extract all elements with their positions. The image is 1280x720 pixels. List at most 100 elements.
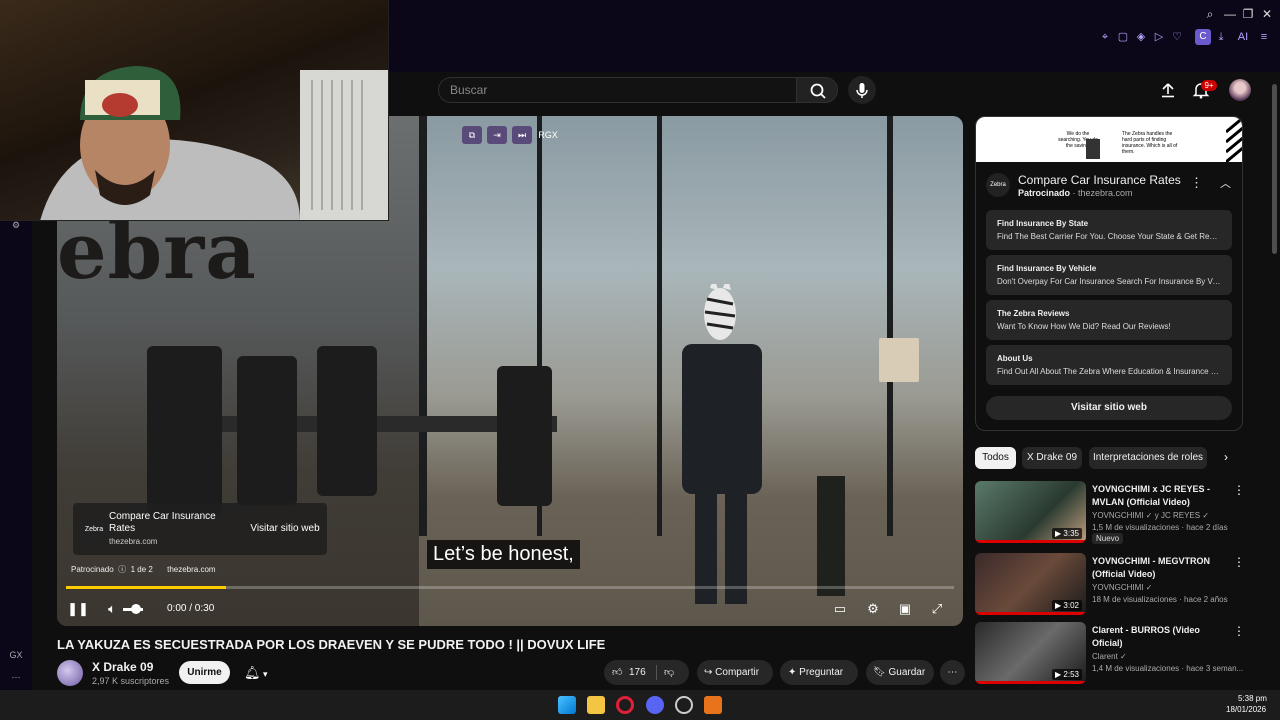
chip-channel[interactable]: X Drake 09 (1022, 447, 1082, 469)
like-icon[interactable]: 👍︎ (612, 660, 622, 685)
watched-bar (975, 612, 1086, 615)
collapse-chevron-icon[interactable]: ︿ (1220, 175, 1231, 191)
channel-name[interactable]: X Drake 09 (92, 660, 153, 674)
visit-site-button[interactable]: Visitar sitio web (986, 396, 1232, 420)
download-icon[interactable]: ⤓ (1214, 30, 1228, 44)
ad-sitelink[interactable]: About Us Find Out All About The Zebra Wh… (986, 345, 1232, 385)
recommendation-item[interactable]: ▶︎ 2:53 Clarent - BURROS (Video Oficial)… (975, 622, 1247, 688)
subscriber-count: 2,97 K suscriptores (92, 676, 170, 686)
opera-gx-icon[interactable] (616, 696, 634, 714)
play-icon[interactable]: ▷ (1152, 30, 1166, 44)
ad-panel-subtitle: Patrocinado · thezebra.com (1018, 188, 1133, 198)
share-label: Compartir (715, 667, 760, 678)
plant (817, 476, 845, 596)
advertiser-logo[interactable]: Zebra (986, 173, 1010, 197)
channel-avatar[interactable] (57, 660, 83, 686)
more-vert-icon[interactable]: ⋮ (1233, 624, 1245, 638)
more-vert-icon[interactable]: ⋮ (1233, 555, 1245, 569)
captions-icon[interactable]: ▭ (829, 598, 851, 620)
recommendation-channel[interactable]: YOVNGCHIMI ✓ (1092, 583, 1153, 592)
more-vert-icon[interactable]: ⋮ (1233, 483, 1245, 497)
close-icon[interactable]: ✕ (1259, 6, 1275, 22)
scrollbar-thumb[interactable] (1272, 84, 1277, 254)
recommendation-item[interactable]: ▶︎ 3:02 YOVNGCHIMI - MEGVTRON (Official … (975, 553, 1247, 619)
file-explorer-icon[interactable] (587, 696, 605, 714)
share-icon: ↪ (704, 667, 713, 678)
pin-icon[interactable]: ⌖ (1098, 30, 1112, 44)
taskbar-time[interactable]: 5:38 pm (1238, 694, 1267, 703)
fullscreen-icon[interactable]: ⤢ (926, 598, 948, 620)
join-button[interactable]: Unirme (179, 661, 230, 684)
recommendation-item[interactable]: ▶︎ 3:35 YOVNGCHIMI x JC REYES - MVLAN (O… (975, 481, 1247, 547)
gx-icon[interactable]: GX (9, 650, 23, 664)
settings-gear-icon[interactable]: ⚙ (862, 598, 884, 620)
ad-sitelink[interactable]: The Zebra Reviews Want To Know How We Di… (986, 300, 1232, 340)
discord-icon[interactable] (646, 696, 664, 714)
menu-icon[interactable]: ≡ (1257, 30, 1271, 44)
pause-icon[interactable]: ❚❚ (67, 598, 89, 620)
chevron-right-icon[interactable]: › (1218, 450, 1234, 466)
heart-icon[interactable]: ♡ (1170, 30, 1184, 44)
ad-sitelink[interactable]: Find Insurance By State Find The Best Ca… (986, 210, 1232, 250)
taskbar-date[interactable]: 18/01/2026 (1226, 705, 1266, 714)
chip-all[interactable]: Todos (975, 447, 1016, 469)
shield-icon[interactable]: ◈ (1134, 30, 1148, 44)
phone-graphic (1086, 139, 1100, 159)
theater-mode-icon[interactable]: ▣ (894, 598, 916, 620)
recommendation-channel[interactable]: YOVNGCHIMI ✓ y JC REYES ✓ (1092, 511, 1209, 520)
webcam-person (40, 66, 388, 220)
more-icon[interactable]: ⋯ (9, 672, 23, 686)
screenshot-icon[interactable]: ▢ (1116, 30, 1130, 44)
recommendation-title[interactable]: YOVNGCHIMI x JC REYES - MVLAN (Official … (1092, 483, 1227, 509)
info-icon[interactable]: ⓘ (116, 565, 128, 574)
chip-roleplay[interactable]: Interpretaciones de roles (1089, 447, 1207, 469)
user-avatar[interactable] (1229, 79, 1251, 101)
rgx-label[interactable]: RGX (537, 126, 559, 144)
recommendation-meta: 1,5 M de visualizaciones · hace 2 días (1092, 523, 1228, 532)
settings-icon[interactable]: ⚙ (9, 220, 23, 234)
maximize-icon[interactable]: ❐ (1240, 6, 1256, 22)
recommendation-title[interactable]: YOVNGCHIMI - MEGVTRON (Official Video) (1092, 555, 1227, 581)
volume-knob[interactable] (131, 604, 141, 614)
save-button[interactable]: 🔖︎ Guardar (866, 660, 934, 685)
search-tabs-icon[interactable]: ⌕ (1202, 6, 1218, 22)
ask-button[interactable]: ✦ Preguntar (780, 660, 858, 685)
ai-button[interactable]: AI (1234, 30, 1252, 44)
subscription-bell-button[interactable]: 🔔︎ ▾ (236, 661, 282, 684)
like-count[interactable]: 176 (629, 660, 646, 685)
extension-avatar[interactable]: C (1195, 29, 1211, 45)
app-icon[interactable] (704, 696, 722, 714)
windows-start-icon[interactable] (558, 696, 576, 714)
volume-icon[interactable]: 🔈︎ (101, 598, 123, 620)
progress-bar[interactable] (66, 586, 954, 589)
recommendation-channel[interactable]: Clarent ✓ (1092, 652, 1127, 661)
video-ad-card[interactable]: Zebra Compare Car Insurance Rates thezeb… (73, 503, 327, 555)
minimize-icon[interactable]: — (1222, 6, 1238, 22)
like-dislike-group: 👍︎ 176 👎︎ (604, 660, 689, 685)
ad-banner[interactable]: We do the searching. You do the saving. … (976, 117, 1242, 162)
video-duration: ▶︎ 3:02 (1052, 600, 1082, 611)
ad-panel-title[interactable]: Compare Car Insurance Rates (1018, 173, 1181, 187)
search-input[interactable]: Buscar (438, 77, 796, 103)
app-icon[interactable] (675, 696, 693, 714)
recommendation-meta: 18 M de visualizaciones · hace 2 años (1092, 595, 1228, 604)
voice-search-button[interactable] (848, 76, 876, 104)
upload-icon[interactable] (1160, 82, 1176, 98)
popout-icon[interactable]: ⧉ (462, 126, 482, 144)
enter-icon[interactable]: ⇥ (487, 126, 507, 144)
share-button[interactable]: ↪ Compartir (697, 660, 773, 685)
zebra-headed-man (682, 284, 762, 604)
search-button[interactable] (796, 77, 838, 103)
more-horizontal-icon: ⋯ (947, 667, 958, 678)
sitelink-description: Want To Know How We Did? Read Our Review… (997, 322, 1171, 331)
visit-site-button[interactable]: Visitar sitio web (243, 503, 327, 555)
dislike-icon[interactable]: 👎︎ (664, 660, 674, 685)
ad-sitelink[interactable]: Find Insurance By Vehicle Don't Overpay … (986, 255, 1232, 295)
more-vert-icon[interactable]: ⋮ (1190, 175, 1203, 191)
video-thumbnail[interactable]: ▶︎ 2:53 (975, 622, 1086, 684)
more-actions-button[interactable]: ⋯ (940, 660, 965, 685)
video-thumbnail[interactable]: ▶︎ 3:35 (975, 481, 1086, 543)
video-thumbnail[interactable]: ▶︎ 3:02 (975, 553, 1086, 615)
skip-icon[interactable]: ⏭ (512, 126, 532, 144)
recommendation-title[interactable]: Clarent - BURROS (Video Oficial) (1092, 624, 1227, 650)
